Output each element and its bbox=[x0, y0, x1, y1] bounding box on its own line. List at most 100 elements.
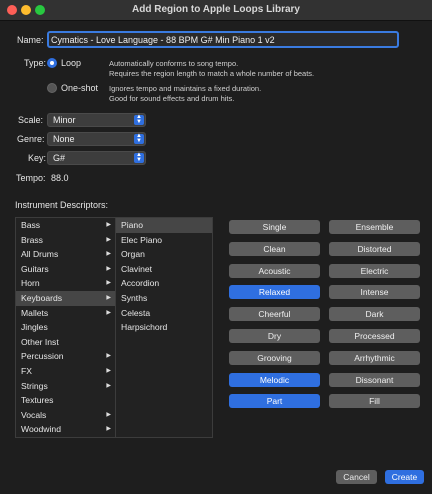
chevron-right-icon: ▶ bbox=[106, 367, 111, 374]
type-label: Type: bbox=[24, 58, 47, 68]
genre-value: None bbox=[53, 134, 75, 144]
chevron-right-icon: ▶ bbox=[106, 280, 111, 287]
scale-popup[interactable]: Minor ▲ ▼ bbox=[47, 113, 146, 127]
instrument-category-item[interactable]: Woodwind ▶ bbox=[16, 422, 115, 437]
oneshot-radio[interactable] bbox=[47, 83, 57, 93]
descriptor-button[interactable]: Arrhythmic bbox=[329, 350, 420, 365]
create-button[interactable]: Create bbox=[385, 470, 424, 484]
instrument-category-column: Bass ▶ Brass ▶ All Drums ▶ Guitars ▶ Horn ▶ Keyboa… bbox=[16, 218, 116, 437]
scale-value: Minor bbox=[53, 115, 76, 125]
tempo-value: 88.0 bbox=[51, 173, 69, 183]
chevron-right-icon: ▶ bbox=[106, 294, 111, 301]
instrument-category-item[interactable]: Brass ▶ bbox=[16, 233, 115, 248]
instrument-category-label: Brass bbox=[21, 234, 43, 245]
loop-description-line-1: Automatically conforms to song tempo. bbox=[109, 59, 239, 68]
oneshot-radio-label[interactable]: One-shot bbox=[61, 83, 98, 93]
popup-arrows-icon: ▲ ▼ bbox=[134, 114, 144, 125]
instrument-subcategory-item[interactable]: Organ bbox=[116, 247, 212, 262]
instrument-category-item[interactable]: Mallets ▶ bbox=[16, 306, 115, 321]
loop-radio-label[interactable]: Loop bbox=[61, 58, 81, 68]
oneshot-description: Ignores tempo and maintains a fixed dura… bbox=[109, 84, 261, 103]
instrument-category-label: Mallets bbox=[21, 307, 49, 318]
chevron-right-icon: ▶ bbox=[106, 309, 111, 316]
name-label: Name: bbox=[17, 35, 44, 45]
descriptor-button[interactable]: Electric bbox=[329, 263, 420, 278]
descriptor-button[interactable]: Dark bbox=[329, 307, 420, 322]
descriptor-button[interactable]: Distorted bbox=[329, 241, 420, 256]
instrument-category-label: Strings bbox=[21, 380, 48, 391]
oneshot-description-line-2: Good for sound effects and drum hits. bbox=[109, 93, 235, 103]
chevron-right-icon: ▶ bbox=[106, 426, 111, 433]
oneshot-description-line-1: Ignores tempo and maintains a fixed dura… bbox=[109, 84, 262, 93]
descriptor-button[interactable]: Dissonant bbox=[329, 372, 420, 387]
chevron-right-icon: ▶ bbox=[106, 265, 111, 272]
instrument-category-item[interactable]: Percussion ▶ bbox=[16, 349, 115, 364]
genre-popup[interactable]: None ▲ ▼ bbox=[47, 132, 146, 146]
instrument-category-item[interactable]: FX ▶ bbox=[16, 364, 115, 379]
descriptor-button[interactable]: Acoustic bbox=[229, 263, 320, 278]
descriptor-button[interactable]: Fill bbox=[329, 394, 420, 409]
instrument-category-label: Bass bbox=[21, 220, 41, 230]
scale-label: Scale: bbox=[18, 115, 44, 125]
instrument-category-item[interactable]: Vocals ▶ bbox=[16, 408, 115, 423]
chevron-right-icon: ▶ bbox=[106, 382, 111, 389]
instrument-subcategory-item[interactable]: Piano bbox=[116, 218, 212, 233]
instrument-category-label: Horn bbox=[21, 278, 40, 289]
descriptor-button[interactable]: Dry bbox=[229, 329, 320, 343]
instrument-subcategory-column: Piano Elec Piano Organ Clavinet Accordion Syn… bbox=[116, 218, 212, 437]
descriptor-button[interactable]: Intense bbox=[329, 285, 420, 300]
chevron-right-icon: ▶ bbox=[106, 251, 111, 258]
chevron-right-icon: ▶ bbox=[106, 236, 111, 243]
tempo-label: Tempo: bbox=[16, 173, 46, 183]
instrument-category-label: Woodwind bbox=[21, 424, 61, 435]
instrument-category-label: Textures bbox=[21, 395, 54, 406]
descriptor-button[interactable]: Single bbox=[229, 220, 320, 234]
instrument-subcategory-item[interactable]: Celesta bbox=[116, 306, 212, 321]
instrument-category-item[interactable]: Keyboards ▶ bbox=[16, 290, 115, 306]
descriptor-button[interactable]: Part bbox=[229, 394, 320, 409]
instrument-category-item[interactable]: Other Inst bbox=[16, 335, 115, 350]
chevron-right-icon: ▶ bbox=[106, 353, 111, 360]
instrument-category-label: Other Inst bbox=[21, 336, 59, 347]
descriptor-button[interactable]: Clean bbox=[229, 241, 320, 256]
key-label: Key: bbox=[28, 153, 47, 163]
popup-arrows-icon: ▲ ▼ bbox=[134, 152, 144, 163]
descriptor-button[interactable]: Relaxed bbox=[229, 285, 320, 300]
cancel-button[interactable]: Cancel bbox=[336, 470, 377, 484]
instrument-category-item[interactable]: Jingles bbox=[16, 320, 115, 335]
instrument-category-item[interactable]: Bass ▶ bbox=[16, 218, 115, 233]
descriptor-button[interactable]: Grooving bbox=[229, 350, 320, 365]
instrument-category-label: All Drums bbox=[21, 249, 59, 260]
instrument-descriptors-heading: Instrument Descriptors: bbox=[15, 200, 109, 210]
instrument-subcategory-item[interactable]: Synths bbox=[116, 291, 212, 306]
instrument-subcategory-item[interactable]: Harpsichord bbox=[116, 320, 212, 335]
instrument-category-item[interactable]: Strings ▶ bbox=[16, 379, 115, 394]
instrument-category-item[interactable]: Horn ▶ bbox=[16, 276, 115, 291]
descriptor-button[interactable]: Cheerful bbox=[229, 307, 320, 322]
instrument-category-label: Percussion bbox=[21, 351, 64, 362]
genre-label: Genre: bbox=[17, 134, 45, 144]
loop-radio[interactable] bbox=[47, 58, 57, 68]
chevron-right-icon: ▶ bbox=[106, 222, 111, 228]
instrument-browser: Bass ▶ Brass ▶ All Drums ▶ Guitars ▶ Horn ▶ Keyboa… bbox=[15, 217, 213, 438]
title-bar: Add Region to Apple Loops Library bbox=[0, 0, 432, 21]
key-popup[interactable]: G# ▲ ▼ bbox=[47, 151, 146, 165]
name-field[interactable] bbox=[47, 31, 399, 48]
popup-arrows-icon: ▲ ▼ bbox=[134, 133, 144, 144]
descriptor-button[interactable]: Processed bbox=[329, 329, 420, 343]
instrument-category-item[interactable]: Textures bbox=[16, 393, 115, 408]
instrument-category-item[interactable]: Guitars ▶ bbox=[16, 262, 115, 277]
instrument-subcategory-item[interactable]: Elec Piano bbox=[116, 233, 212, 248]
instrument-category-label: Jingles bbox=[21, 322, 48, 333]
instrument-category-label: Guitars bbox=[21, 263, 49, 274]
loop-description: Automatically conforms to song tempo. Re… bbox=[109, 59, 314, 78]
chevron-right-icon: ▶ bbox=[106, 411, 111, 418]
descriptor-button[interactable]: Ensemble bbox=[329, 220, 420, 234]
instrument-category-item[interactable]: All Drums ▶ bbox=[16, 247, 115, 262]
window-title: Add Region to Apple Loops Library bbox=[132, 4, 300, 15]
instrument-subcategory-item[interactable]: Clavinet bbox=[116, 262, 212, 277]
loop-description-line-2: Requires the region length to match a wh… bbox=[109, 68, 315, 78]
instrument-subcategory-item[interactable]: Accordion bbox=[116, 276, 212, 291]
descriptor-button[interactable]: Melodic bbox=[229, 372, 320, 387]
instrument-category-label: FX bbox=[21, 365, 32, 376]
